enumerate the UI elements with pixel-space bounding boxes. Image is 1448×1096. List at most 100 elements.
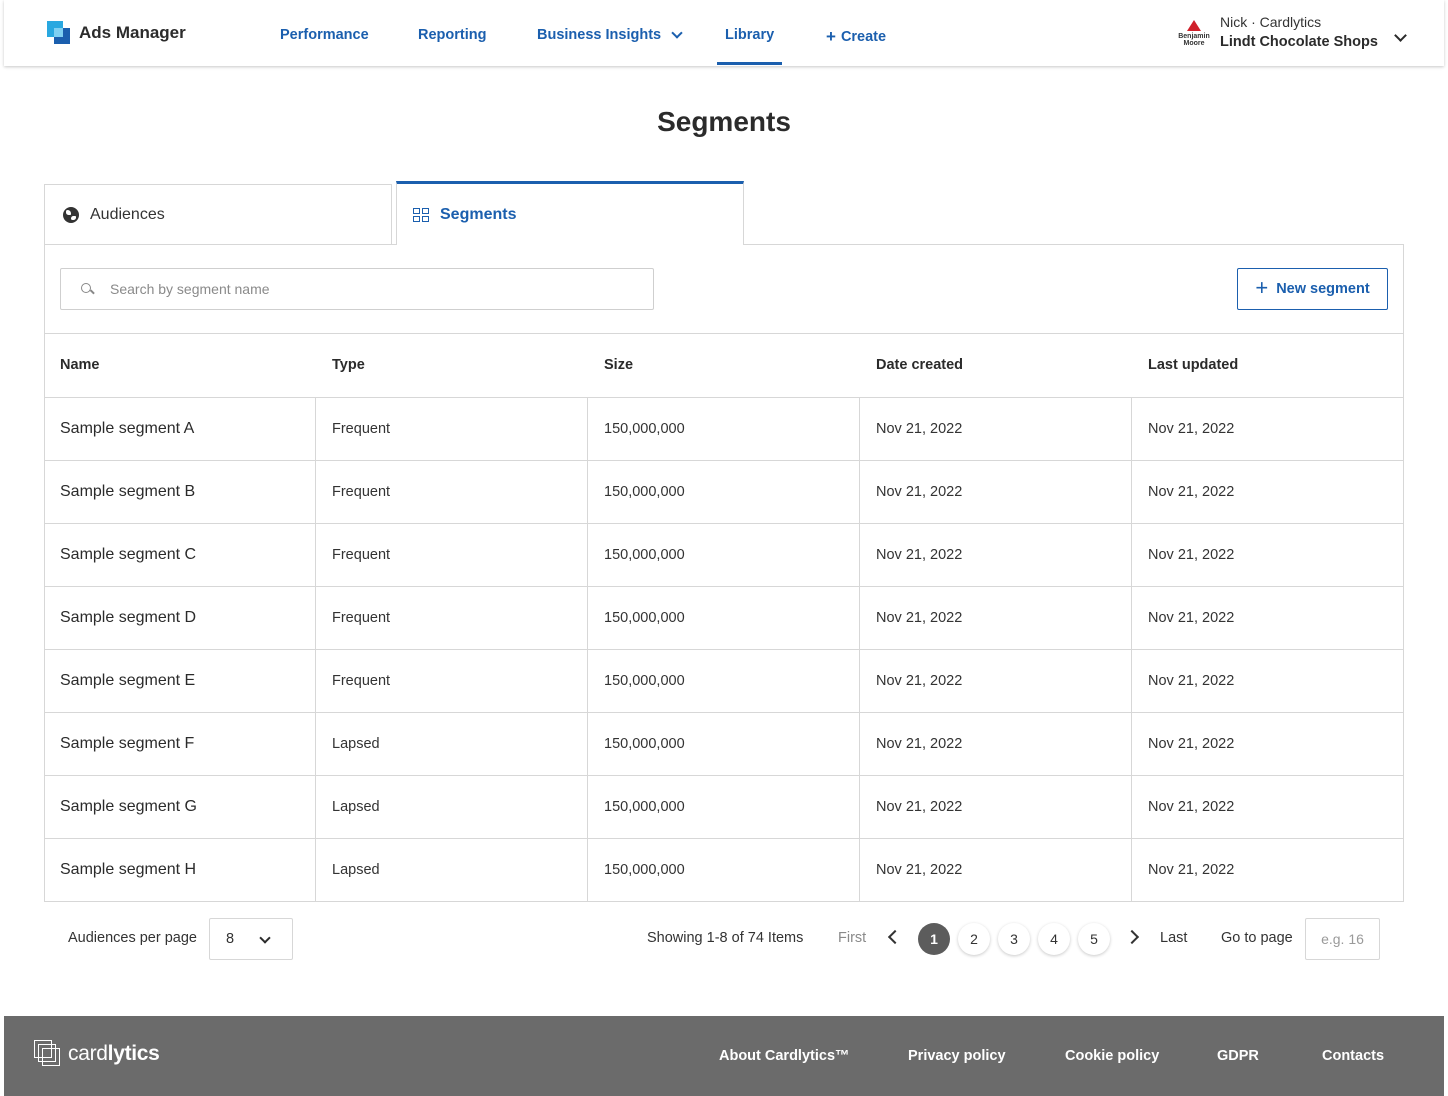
table-row[interactable]: Sample segment H Lapsed 150,000,000 Nov 21,… bbox=[44, 838, 1404, 902]
cell-type: Lapsed bbox=[332, 862, 380, 878]
column-header-name[interactable]: Name bbox=[60, 357, 100, 373]
tab-audiences[interactable]: Audiences bbox=[44, 184, 392, 245]
footer-link-gdpr[interactable]: GDPR bbox=[1217, 1048, 1259, 1064]
cell-last-updated: Nov 21, 2022 bbox=[1148, 610, 1235, 626]
column-header-size[interactable]: Size bbox=[604, 357, 633, 373]
nav-library[interactable]: Library bbox=[716, 27, 783, 65]
chevron-right-icon[interactable] bbox=[1124, 929, 1140, 945]
column-divider bbox=[587, 398, 588, 461]
column-divider bbox=[1131, 524, 1132, 587]
top-nav: Ads Manager Performance Reporting Busine… bbox=[4, 0, 1444, 66]
cell-date-created: Nov 21, 2022 bbox=[876, 799, 963, 815]
table-row[interactable]: Sample segment G Lapsed 150,000,000 Nov 21,… bbox=[44, 775, 1404, 839]
cell-name: Sample segment D bbox=[60, 609, 197, 626]
column-divider bbox=[859, 398, 860, 461]
column-divider bbox=[315, 839, 316, 902]
nav-library-label: Library bbox=[725, 27, 775, 43]
table-row[interactable]: Sample segment B Frequent 150,000,000 Nov 2… bbox=[44, 460, 1404, 524]
column-divider bbox=[1131, 398, 1132, 461]
app-name: Ads Manager bbox=[79, 23, 186, 42]
last-page-link[interactable]: Last bbox=[1160, 930, 1187, 946]
column-divider bbox=[859, 713, 860, 776]
ads-manager-logo-icon bbox=[47, 21, 71, 45]
column-divider bbox=[1131, 587, 1132, 650]
column-divider bbox=[859, 461, 860, 524]
first-page-link[interactable]: First bbox=[838, 930, 866, 946]
cell-date-created: Nov 21, 2022 bbox=[876, 673, 963, 689]
page-button-2[interactable]: 2 bbox=[958, 923, 990, 955]
page-title: Segments bbox=[657, 106, 791, 137]
column-divider bbox=[315, 398, 316, 461]
cell-date-created: Nov 21, 2022 bbox=[876, 421, 963, 437]
footer-link-about[interactable]: About Cardlytics™ bbox=[719, 1048, 850, 1064]
chevron-down-icon bbox=[671, 26, 683, 39]
globe-icon bbox=[63, 206, 79, 223]
search-icon bbox=[81, 282, 94, 296]
nav-reporting[interactable]: Reporting bbox=[418, 27, 486, 43]
account-switcher[interactable]: Benjamin Moore Nick · Cardlytics Lindt C… bbox=[1176, 14, 1407, 50]
search-box[interactable] bbox=[60, 268, 654, 310]
column-divider bbox=[859, 839, 860, 902]
chevron-left-icon[interactable] bbox=[887, 929, 903, 945]
cell-last-updated: Nov 21, 2022 bbox=[1148, 736, 1235, 752]
cardlytics-logo[interactable]: cardlytics bbox=[34, 1040, 160, 1068]
goto-page-input[interactable] bbox=[1312, 931, 1373, 947]
cell-name: Sample segment B bbox=[60, 483, 196, 500]
column-header-date-created[interactable]: Date created bbox=[876, 357, 963, 373]
cell-size: 150,000,000 bbox=[604, 421, 685, 437]
per-page-value: 8 bbox=[226, 931, 235, 947]
cell-last-updated: Nov 21, 2022 bbox=[1148, 484, 1235, 500]
cell-type: Lapsed bbox=[332, 736, 380, 752]
column-divider bbox=[859, 587, 860, 650]
cell-name: Sample segment F bbox=[60, 735, 195, 752]
nav-business-insights[interactable]: Business Insights bbox=[537, 26, 683, 43]
table-row[interactable]: Sample segment D Frequent 150,000,000 Nov 2… bbox=[44, 586, 1404, 650]
cell-last-updated: Nov 21, 2022 bbox=[1148, 421, 1235, 437]
grid-icon bbox=[413, 207, 430, 222]
page-button-5[interactable]: 5 bbox=[1078, 923, 1110, 955]
divider bbox=[744, 244, 1404, 245]
table-row[interactable]: Sample segment F Lapsed 150,000,000 Nov 21,… bbox=[44, 712, 1404, 776]
column-divider bbox=[859, 776, 860, 839]
table-row[interactable]: Sample segment E Frequent 150,000,000 Nov 2… bbox=[44, 649, 1404, 713]
brand[interactable]: Ads Manager bbox=[47, 21, 186, 45]
table-row[interactable]: Sample segment A Frequent 150,000,000 Nov 2… bbox=[44, 397, 1404, 461]
chevron-down-icon bbox=[259, 932, 271, 944]
table-row[interactable]: Sample segment C Frequent 150,000,000 Nov 2… bbox=[44, 523, 1404, 587]
column-divider bbox=[587, 650, 588, 713]
column-divider bbox=[1131, 776, 1132, 839]
column-divider bbox=[1131, 650, 1132, 713]
new-segment-label: New segment bbox=[1276, 281, 1370, 297]
cell-date-created: Nov 21, 2022 bbox=[876, 484, 963, 500]
page-button-1[interactable]: 1 bbox=[918, 923, 950, 955]
column-header-type[interactable]: Type bbox=[332, 357, 365, 373]
table-top-border bbox=[44, 333, 1404, 334]
cell-name: Sample segment E bbox=[60, 672, 196, 689]
column-header-last-updated[interactable]: Last updated bbox=[1148, 357, 1238, 373]
footer-link-contacts[interactable]: Contacts bbox=[1322, 1048, 1384, 1064]
column-divider bbox=[587, 839, 588, 902]
cell-last-updated: Nov 21, 2022 bbox=[1148, 673, 1235, 689]
new-segment-button[interactable]: + New segment bbox=[1237, 268, 1388, 310]
cell-size: 150,000,000 bbox=[604, 610, 685, 626]
per-page-select[interactable]: 8 bbox=[209, 918, 293, 960]
cell-size: 150,000,000 bbox=[604, 673, 685, 689]
nav-reporting-label: Reporting bbox=[418, 27, 487, 43]
nav-create[interactable]: + Create bbox=[826, 27, 886, 47]
column-divider bbox=[315, 461, 316, 524]
cell-type: Lapsed bbox=[332, 799, 380, 815]
footer-link-cookie[interactable]: Cookie policy bbox=[1065, 1048, 1159, 1064]
cell-size: 150,000,000 bbox=[604, 736, 685, 752]
search-input[interactable] bbox=[110, 281, 610, 297]
account-user: Nick · Cardlytics bbox=[1220, 14, 1322, 30]
footer-link-privacy[interactable]: Privacy policy bbox=[908, 1048, 1006, 1064]
nav-performance[interactable]: Performance bbox=[280, 27, 369, 43]
plus-icon: + bbox=[1255, 275, 1269, 300]
tab-segments[interactable]: Segments bbox=[396, 181, 744, 245]
cell-name: Sample segment A bbox=[60, 420, 195, 437]
column-divider bbox=[315, 776, 316, 839]
page-button-3[interactable]: 3 bbox=[998, 923, 1030, 955]
goto-page-box[interactable] bbox=[1305, 918, 1380, 960]
page-button-4[interactable]: 4 bbox=[1038, 923, 1070, 955]
nav-performance-label: Performance bbox=[280, 27, 369, 43]
